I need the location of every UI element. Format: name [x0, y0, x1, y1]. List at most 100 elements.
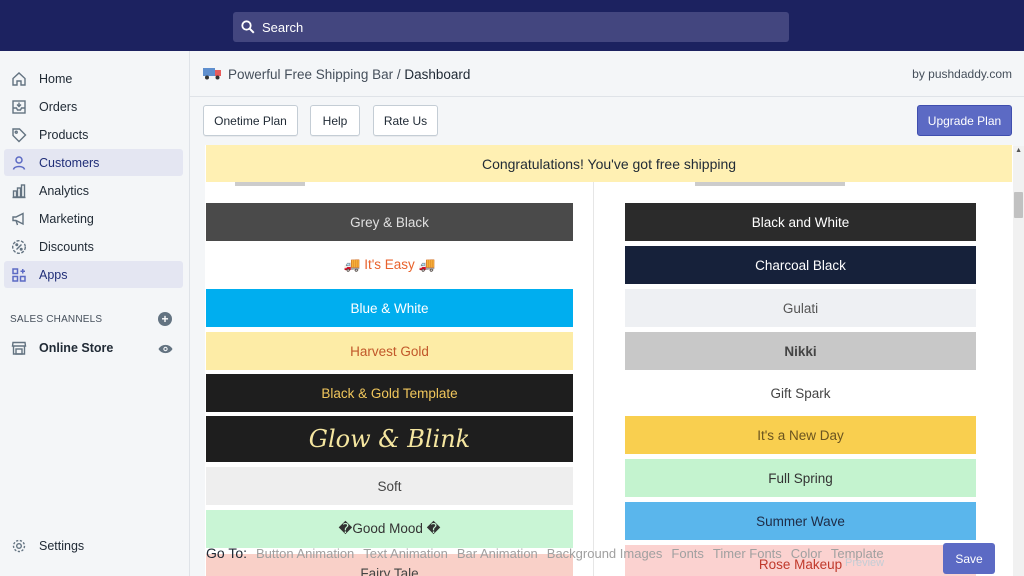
template-option-left-0[interactable]: Grey & Black	[206, 203, 573, 241]
sidebar-item-label: Analytics	[39, 183, 90, 198]
goto-fonts-link[interactable]: Fonts	[671, 546, 704, 561]
home-icon	[10, 70, 28, 88]
upgrade-plan-button[interactable]: Upgrade Plan	[917, 105, 1012, 136]
template-option-label: It's a New Day	[757, 427, 844, 443]
gear-icon	[10, 537, 28, 555]
sidebar-item-label: Customers	[39, 155, 100, 170]
template-option-left-4[interactable]: Black & Gold Template	[206, 374, 573, 412]
goto-background-images-link[interactable]: Background Images	[547, 546, 663, 561]
template-option-label: Blue & White	[350, 300, 429, 316]
truck-logo-icon	[203, 68, 221, 80]
goto-button-animation-link[interactable]: Button Animation	[256, 546, 354, 561]
discount-icon	[10, 238, 28, 256]
template-option-right-0[interactable]: Black and White	[625, 203, 976, 241]
template-option-label: Harvest Gold	[350, 343, 429, 359]
developer-byline: by pushdaddy.com	[912, 67, 1012, 81]
search-input[interactable]: Search	[233, 12, 789, 42]
sidebar-item-discounts[interactable]: Discounts	[4, 233, 183, 260]
sidebar-item-label: Marketing	[39, 211, 94, 226]
sidebar-item-label: Online Store	[39, 340, 114, 355]
template-option-label: Gulati	[782, 300, 819, 316]
person-icon	[10, 154, 28, 172]
eye-icon[interactable]	[158, 342, 173, 360]
template-option-right-3[interactable]: Nikki	[625, 332, 976, 370]
template-option-label: Full Spring	[768, 470, 833, 486]
template-option-left-6[interactable]: Soft	[206, 467, 573, 505]
sidebar-item-orders[interactable]: Orders	[4, 93, 183, 120]
bar-chart-icon	[10, 182, 28, 200]
app-name-link[interactable]: Powerful Free Shipping Bar	[228, 67, 393, 82]
sidebar-item-label: Products	[39, 127, 89, 142]
goto-bar-animation-link[interactable]: Bar Animation	[457, 546, 538, 561]
template-option-label: Glow & Blink	[308, 425, 471, 453]
template-option-label: �Good Mood �	[338, 521, 441, 536]
free-shipping-banner-preview: Congratulations! You've got free shippin…	[206, 145, 1012, 182]
main-area: Powerful Free Shipping Bar / Dashboard b…	[190, 51, 1024, 576]
sidebar-item-analytics[interactable]: Analytics	[4, 177, 183, 204]
add-sales-channel-icon[interactable]: +	[158, 312, 172, 326]
sidebar-item-label: Settings	[39, 538, 85, 553]
goto-nav: Go To: Button Animation Text Animation B…	[206, 545, 884, 561]
app-title-bar: Powerful Free Shipping Bar / Dashboard b…	[190, 51, 1024, 97]
template-option-right-7[interactable]: Summer Wave	[625, 502, 976, 540]
template-option-label: Nikki	[784, 343, 817, 359]
hidden-heading-right	[695, 182, 845, 186]
template-option-label: Gift Spark	[770, 385, 831, 401]
breadcrumb-separator: /	[393, 67, 405, 82]
preview-label: Preview	[845, 557, 885, 569]
breadcrumb: Powerful Free Shipping Bar / Dashboard	[228, 67, 470, 82]
goto-text-animation-link[interactable]: Text Animation	[363, 546, 448, 561]
template-option-label: Fairy Tale	[360, 565, 419, 576]
onetime-plan-button[interactable]: Onetime Plan	[203, 105, 298, 136]
sidebar: Home Orders Products Customers Analytics…	[0, 51, 190, 576]
template-option-right-6[interactable]: Full Spring	[625, 459, 976, 497]
apps-icon	[10, 266, 28, 284]
sidebar-item-online-store[interactable]: Online Store	[4, 334, 183, 361]
sidebar-item-marketing[interactable]: Marketing	[4, 205, 183, 232]
template-option-label: Soft	[377, 478, 402, 494]
template-option-left-7[interactable]: �Good Mood �	[206, 510, 573, 548]
help-button[interactable]: Help	[310, 105, 360, 136]
template-option-left-1[interactable]: 🚚 It's Easy 🚚	[206, 246, 573, 284]
template-option-right-2[interactable]: Gulati	[625, 289, 976, 327]
scroll-up-arrow-icon[interactable]: ▲	[1015, 147, 1022, 154]
template-option-right-1[interactable]: Charcoal Black	[625, 246, 976, 284]
goto-timer-fonts-link[interactable]: Timer Fonts	[713, 546, 782, 561]
template-option-left-2[interactable]: Blue & White	[206, 289, 573, 327]
template-option-right-5[interactable]: It's a New Day	[625, 416, 976, 454]
goto-label: Go To:	[206, 545, 247, 561]
template-option-left-3[interactable]: Harvest Gold	[206, 332, 573, 370]
store-icon	[10, 339, 28, 357]
sidebar-item-customers[interactable]: Customers	[4, 149, 183, 176]
scrollbar-thumb[interactable]	[1014, 192, 1023, 218]
template-option-right-4[interactable]: Gift Spark	[625, 374, 976, 412]
top-bar: Search	[0, 0, 1024, 51]
sidebar-item-settings[interactable]: Settings	[4, 532, 183, 559]
sidebar-item-home[interactable]: Home	[4, 65, 183, 92]
page-title: Dashboard	[404, 67, 471, 82]
rate-us-button[interactable]: Rate Us	[373, 105, 438, 136]
sidebar-item-label: Apps	[39, 267, 68, 282]
search-icon	[241, 20, 255, 34]
hidden-heading-left	[235, 182, 305, 186]
template-option-label: Summer Wave	[756, 513, 845, 529]
template-option-left-5[interactable]: Glow & Blink	[206, 416, 573, 462]
tag-icon	[10, 126, 28, 144]
sidebar-item-label: Discounts	[39, 239, 94, 254]
search-placeholder: Search	[262, 19, 304, 35]
orders-icon	[10, 98, 28, 116]
sidebar-item-label: Home	[39, 71, 73, 86]
save-button[interactable]: Save	[943, 543, 995, 574]
sidebar-item-products[interactable]: Products	[4, 121, 183, 148]
template-option-label: Black & Gold Template	[321, 385, 458, 401]
template-option-label: Charcoal Black	[755, 257, 846, 273]
column-divider	[593, 182, 594, 576]
sales-channels-title: SALES CHANNELS	[10, 314, 103, 325]
template-option-label: 🚚 It's Easy 🚚	[343, 257, 436, 272]
goto-color-link[interactable]: Color	[791, 546, 822, 561]
template-option-label: Grey & Black	[350, 214, 429, 230]
megaphone-icon	[10, 210, 28, 228]
template-option-label: Black and White	[751, 214, 850, 230]
template-panel: Congratulations! You've got free shippin…	[205, 145, 1013, 576]
sidebar-item-apps[interactable]: Apps	[4, 261, 183, 288]
